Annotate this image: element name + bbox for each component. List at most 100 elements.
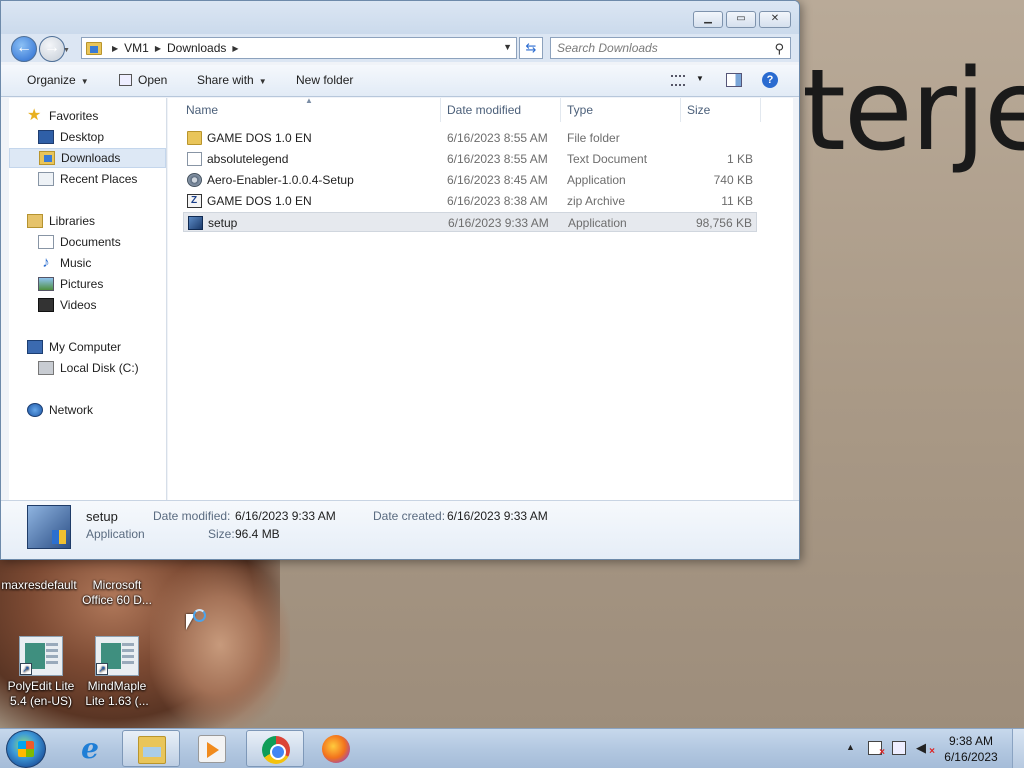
- recent-pages-dropdown[interactable]: ▼: [63, 47, 70, 54]
- help-icon[interactable]: ?: [762, 72, 778, 88]
- videos-icon: [38, 298, 54, 312]
- volume-muted-icon[interactable]: ◀: [916, 741, 935, 760]
- recent-places-icon: [38, 172, 54, 186]
- setup-app-icon: [188, 216, 203, 230]
- breadcrumb-downloads[interactable]: Downloads: [167, 41, 226, 55]
- network-status-icon[interactable]: [892, 741, 906, 755]
- nav-downloads[interactable]: Downloads: [9, 148, 166, 168]
- setup-app-icon: [27, 505, 71, 549]
- forward-button[interactable]: →: [39, 36, 65, 62]
- app-shortcut-icon: ↗: [19, 636, 63, 676]
- details-pane: setup Application Date modified: 6/16/20…: [1, 500, 799, 559]
- column-divider[interactable]: [560, 98, 561, 122]
- desktop-icon-mindmaple-lite[interactable]: ↗ MindMaple Lite 1.63 (...: [78, 636, 156, 709]
- shortcut-arrow-icon: ↗: [96, 663, 108, 675]
- file-row-selected[interactable]: setup 6/16/2023 9:33 AM Application 98,7…: [183, 212, 757, 232]
- desktop-icon-microsoft-office[interactable]: Microsoft Office 60 D...: [78, 578, 156, 608]
- file-row[interactable]: Aero-Enabler-1.0.0.4-Setup 6/16/2023 8:4…: [183, 170, 757, 190]
- nav-libraries[interactable]: Libraries: [9, 211, 166, 231]
- open-icon: [119, 74, 132, 86]
- details-size-label: Size:: [208, 527, 235, 541]
- shortcut-arrow-icon: ↗: [20, 663, 32, 675]
- nav-recent-places[interactable]: Recent Places: [9, 169, 166, 189]
- organize-menu-button[interactable]: Organize ▼: [27, 73, 89, 87]
- column-divider[interactable]: [680, 98, 681, 122]
- file-date: 6/16/2023 8:45 AM: [447, 173, 548, 187]
- column-header-size[interactable]: Size: [687, 103, 710, 117]
- taskbar-firefox[interactable]: [307, 730, 365, 767]
- start-button[interactable]: [6, 730, 46, 768]
- busy-spinner-icon: [193, 609, 206, 622]
- minimize-button[interactable]: ▁: [693, 11, 723, 28]
- nav-desktop[interactable]: Desktop: [9, 127, 166, 147]
- star-icon: ★: [27, 107, 42, 124]
- nav-network[interactable]: Network: [9, 400, 166, 420]
- show-hidden-icons-icon[interactable]: ▲: [846, 742, 855, 752]
- open-button[interactable]: Open: [119, 73, 167, 87]
- wallpaper-text: terje: [802, 46, 1024, 176]
- details-date-created-label: Date created:: [373, 509, 446, 523]
- desktop-icon-polyedit-lite[interactable]: ↗ PolyEdit Lite 5.4 (en-US): [2, 636, 80, 709]
- search-icon[interactable]: ⚲: [774, 41, 784, 57]
- nav-documents[interactable]: Documents: [9, 232, 166, 252]
- file-size: 98,756 KB: [695, 216, 752, 230]
- file-row[interactable]: GAME DOS 1.0 EN 6/16/2023 8:38 AM zip Ar…: [183, 191, 757, 211]
- nav-local-disk[interactable]: Local Disk (C:): [9, 358, 166, 378]
- breadcrumb-arrow-icon[interactable]: ▶: [232, 44, 238, 53]
- share-with-label: Share with: [197, 73, 254, 87]
- breadcrumb-vm1[interactable]: VM1: [124, 41, 149, 55]
- address-bar[interactable]: ▶ VM1 ▶ Downloads ▶ ▼: [81, 37, 517, 59]
- pictures-icon: [38, 277, 54, 291]
- close-button[interactable]: ✕: [759, 11, 791, 28]
- taskbar: e ▲ ◀ 9:38 AM 6/16/2023: [0, 728, 1024, 768]
- back-button[interactable]: ←: [11, 36, 37, 62]
- file-row[interactable]: GAME DOS 1.0 EN 6/16/2023 8:55 AM File f…: [183, 128, 757, 148]
- title-bar[interactable]: ▁ ▭ ✕: [1, 1, 799, 34]
- navigation-bar: ← → ▼ ▶ VM1 ▶ Downloads ▶ ▼ ⇆ Search Dow…: [1, 34, 799, 62]
- nav-favorites[interactable]: ★ Favorites: [9, 106, 166, 126]
- nav-label: Videos: [60, 298, 97, 312]
- chevron-down-icon: ▼: [80, 77, 89, 86]
- view-options-dropdown-icon[interactable]: ▼: [696, 74, 704, 83]
- breadcrumb-arrow-icon[interactable]: ▶: [155, 44, 161, 53]
- change-view-icon[interactable]: [671, 75, 685, 86]
- file-size: 740 KB: [713, 173, 753, 187]
- nav-label: Libraries: [49, 214, 96, 228]
- taskbar-chrome[interactable]: [246, 730, 304, 767]
- nav-music[interactable]: ♪ Music: [9, 253, 166, 273]
- nav-my-computer[interactable]: My Computer: [9, 337, 166, 357]
- folder-icon: [138, 736, 166, 764]
- sort-ascending-icon: ▲: [305, 96, 313, 105]
- nav-label: Downloads: [61, 151, 121, 165]
- column-header-name[interactable]: Name: [186, 103, 218, 117]
- taskbar-internet-explorer[interactable]: e: [61, 730, 119, 767]
- column-header-type[interactable]: Type: [567, 103, 593, 117]
- column-header-date-modified[interactable]: Date modified: [447, 103, 521, 117]
- share-with-menu-button[interactable]: Share with ▼: [197, 73, 267, 87]
- show-desktop-button[interactable]: [1012, 729, 1024, 768]
- desktop-icon-label: maxresdefault: [1, 578, 77, 592]
- breadcrumb-arrow-icon[interactable]: ▶: [112, 44, 118, 53]
- column-divider[interactable]: [440, 98, 441, 122]
- new-folder-button[interactable]: New folder: [296, 73, 353, 87]
- details-file-kind: Application: [86, 527, 145, 541]
- file-row[interactable]: absolutelegend 6/16/2023 8:55 AM Text Do…: [183, 149, 757, 169]
- maximize-button[interactable]: ▭: [726, 11, 756, 28]
- search-input[interactable]: Search Downloads ⚲: [550, 37, 791, 59]
- nav-videos[interactable]: Videos: [9, 295, 166, 315]
- action-center-flag-icon[interactable]: [868, 741, 885, 758]
- clock-date[interactable]: 6/16/2023: [940, 750, 1002, 764]
- clock-time[interactable]: 9:38 AM: [940, 734, 1002, 748]
- file-name: Aero-Enabler-1.0.0.4-Setup: [207, 173, 354, 187]
- desktop-icon-maxresdefault[interactable]: maxresdefault: [0, 578, 78, 593]
- chrome-icon: [262, 736, 290, 764]
- column-divider[interactable]: [760, 98, 761, 122]
- command-bar: Organize ▼ Open Share with ▼ New folder ▼ …: [1, 65, 799, 97]
- preview-pane-icon[interactable]: [726, 73, 742, 87]
- nav-pictures[interactable]: Pictures: [9, 274, 166, 294]
- refresh-button[interactable]: ⇆: [519, 37, 543, 59]
- address-dropdown-icon[interactable]: ▼: [503, 42, 512, 52]
- taskbar-windows-explorer[interactable]: [122, 730, 180, 767]
- taskbar-media-player[interactable]: [183, 730, 241, 767]
- nav-label: Music: [60, 256, 92, 270]
